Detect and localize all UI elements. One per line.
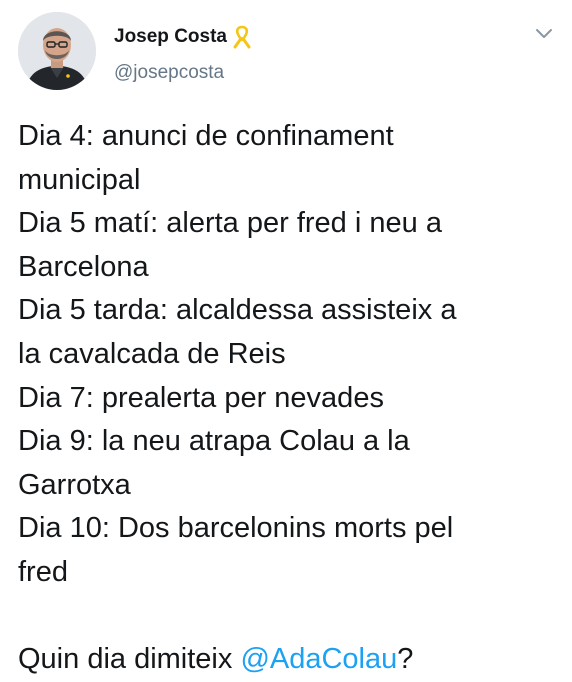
author-name[interactable]: Josep Costa (114, 25, 227, 49)
tweet-line: Dia 10: Dos barcelonins morts pel (18, 512, 454, 545)
tweet-line: Dia 4: anunci de confinament (18, 120, 394, 152)
tweet-card: Josep Costa @josepcosta Dia 4: anunci de… (0, 0, 572, 680)
tweet-text: Dia 4: anunci de confinament municipal D… (18, 115, 563, 682)
author-handle[interactable]: @josepcosta (114, 61, 224, 85)
avatar[interactable] (18, 12, 96, 90)
tweet-line: Garrotxa (18, 468, 131, 501)
yellow-ribbon-icon (230, 24, 254, 50)
question-prefix: Quin dia dimiteix (18, 643, 241, 676)
profile-photo (18, 12, 96, 90)
tweet-line: fred (18, 555, 68, 588)
tweet-line: Dia 5 matí: alerta per fred i neu a (18, 207, 442, 240)
tweet-line: Dia 9: la neu atrapa Colau a la (18, 425, 410, 458)
chevron-down-icon[interactable] (532, 24, 556, 42)
mention-link[interactable]: @AdaColau (240, 643, 397, 675)
tweet-line: Barcelona (18, 250, 149, 283)
question-suffix: ? (397, 643, 414, 676)
tweet-line: la cavalcada de Reis (18, 337, 286, 370)
author-name-row[interactable]: Josep Costa (114, 24, 254, 50)
tweet-question: Quin dia dimiteix @AdaColau? (18, 638, 563, 682)
tweet-line: municipal (18, 163, 141, 196)
tweet-line: Dia 5 tarda: alcaldessa assisteix a (18, 294, 457, 327)
tweet-line: Dia 7: prealerta per nevades (18, 381, 384, 414)
